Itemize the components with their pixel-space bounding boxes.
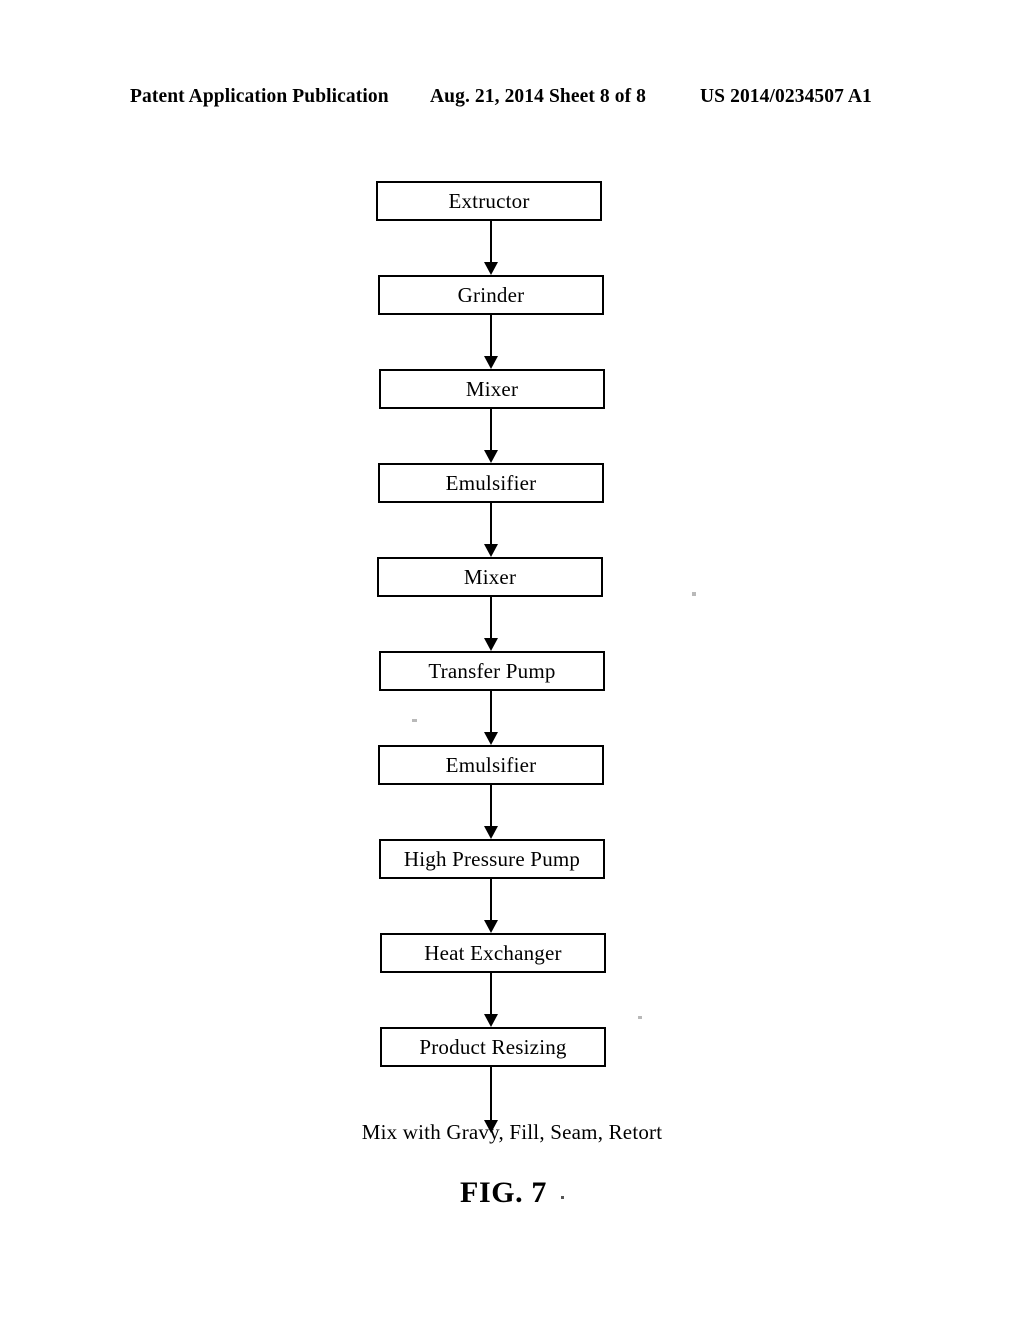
arrow-stem [490,879,492,923]
scan-speck [638,1016,642,1019]
flow-box-heat-exchanger: Heat Exchanger [380,933,606,973]
flow-arrow-down [377,221,603,275]
arrow-head-icon [483,544,498,557]
arrow-head-icon [483,1014,498,1027]
flow-step: Transfer Pump [377,651,605,745]
flow-step: Emulsifier [377,745,604,839]
arrow-stem [490,785,492,829]
arrow-head-icon [483,732,498,745]
arrow-stem [490,973,492,1017]
flow-arrow-down [377,879,603,933]
arrow-head-icon [483,638,498,651]
arrow-head-icon [483,356,498,369]
header-publication-label: Patent Application Publication [130,86,389,107]
flow-box-transfer-pump: Transfer Pump [379,651,605,691]
flow-step: Grinder [377,275,604,369]
flow-arrow-down [377,785,603,839]
page-header: Patent Application Publication Aug. 21, … [130,86,896,112]
header-publication-number: US 2014/0234507 A1 [700,86,872,107]
flow-box-emulsifier-2: Emulsifier [378,745,604,785]
flow-box-extructor: Extructor [376,181,602,221]
arrow-stem [490,315,492,359]
figure-caption: FIG. 7 [0,1176,1024,1210]
flow-step: Extructor [376,181,603,275]
flow-box-high-pressure-pump: High Pressure Pump [379,839,605,879]
process-flowchart: Extructor Grinder Mixer Emulsifier Mixer [376,181,606,1133]
flow-box-emulsifier-1: Emulsifier [378,463,604,503]
arrow-head-icon [483,920,498,933]
arrow-stem [490,597,492,641]
flow-box-product-resizing: Product Resizing [380,1027,606,1067]
figure-caption-label: FIG. 7 [460,1176,547,1209]
header-date-sheet: Aug. 21, 2014 Sheet 8 of 8 [430,86,647,107]
flow-step: Heat Exchanger [377,933,606,1027]
flow-arrow-down [377,597,603,651]
flow-arrow-down [377,691,603,745]
flow-arrow-down [377,973,603,1027]
flow-arrow-down [377,315,603,369]
scan-speck [692,592,696,596]
flow-step: Mixer [377,369,605,463]
flow-arrow-down [377,503,603,557]
arrow-stem [490,503,492,547]
flow-box-mixer-2: Mixer [377,557,603,597]
flow-step: Emulsifier [377,463,604,557]
arrow-head-icon [483,450,498,463]
arrow-head-icon [483,262,498,275]
arrow-head-icon [483,826,498,839]
arrow-stem [490,409,492,453]
flow-step: High Pressure Pump [377,839,605,933]
flow-step: Product Resizing [377,1027,606,1133]
flow-terminal-text: Mix with Gravy, Fill, Seam, Retort [361,1120,663,1144]
flow-box-grinder: Grinder [378,275,604,315]
arrow-stem [490,221,492,265]
flow-step: Mixer [377,557,603,651]
arrow-stem [490,1067,492,1123]
flow-arrow-down [377,409,603,463]
arrow-stem [490,691,492,735]
flow-box-mixer-1: Mixer [379,369,605,409]
scan-artifact-dot [560,1195,564,1199]
